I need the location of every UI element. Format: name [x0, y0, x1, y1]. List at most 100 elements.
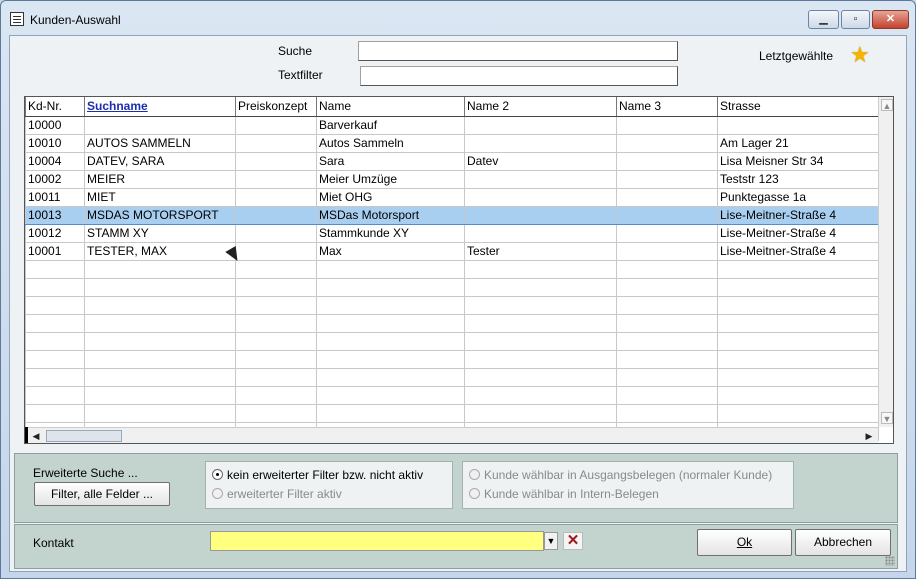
minimize-button[interactable]: ▁ — [808, 10, 839, 29]
empty-table-cell — [84, 259, 236, 279]
empty-table-cell — [717, 295, 879, 315]
erweiterte-suche-label: Erweiterte Suche ... — [33, 466, 138, 480]
horizontal-scrollbar[interactable]: ◀ ▶ — [25, 427, 878, 443]
table-cell — [616, 187, 718, 207]
close-button[interactable]: ✕ — [872, 10, 909, 29]
kontakt-combobox[interactable] — [210, 531, 544, 551]
empty-table-cell — [235, 313, 317, 333]
horizontal-scroll-thumb[interactable] — [46, 430, 122, 442]
scroll-up-arrow-icon[interactable]: ▲ — [881, 99, 893, 111]
table-row[interactable]: 10010 AUTOS SAMMELN Autos Sammeln Am Lager … — [25, 133, 879, 153]
table-row[interactable]: 10011 MIET Miet OHG Punktegasse 1a — [25, 187, 879, 207]
table-cell: 10013 — [25, 205, 85, 225]
textfilter-input[interactable] — [360, 66, 678, 86]
title-bar[interactable]: Kunden-Auswahl ▁ ▫ ✕ — [1, 1, 915, 35]
radio-filter-off[interactable]: kein erweiterter Filter bzw. nicht aktiv — [212, 468, 423, 482]
empty-table-row — [25, 367, 879, 387]
table-row[interactable]: 10012 STAMM XY Stammkunde XY Lise-Meitner-S… — [25, 223, 879, 243]
table-row[interactable]: 10004 DATEV, SARA Sara Datev Lisa Meisner St… — [25, 151, 879, 171]
scroll-down-arrow-icon[interactable]: ▼ — [881, 412, 893, 424]
table-cell: 10012 — [25, 223, 85, 243]
column-header[interactable]: Suchname — [84, 97, 236, 117]
empty-table-cell — [235, 385, 317, 405]
filter-alle-felder-button[interactable]: Filter, alle Felder ... — [34, 482, 170, 506]
radio-kunde-intern[interactable]: Kunde wählbar in Intern-Belegen — [469, 487, 659, 501]
empty-table-cell — [464, 259, 617, 279]
table-cell: MSDAS MOTORSPORT — [84, 205, 236, 225]
radio-on-icon[interactable] — [212, 469, 223, 480]
clear-x-icon[interactable]: ✕ — [563, 532, 583, 550]
empty-table-cell — [717, 349, 879, 369]
table-cell — [464, 205, 617, 225]
scroll-left-arrow-icon[interactable]: ◀ — [30, 430, 42, 442]
suche-input[interactable] — [358, 41, 678, 61]
empty-table-cell — [464, 331, 617, 351]
scroll-right-arrow-icon[interactable]: ▶ — [863, 430, 875, 442]
table-cell — [616, 223, 718, 243]
empty-table-cell — [25, 367, 85, 387]
ok-button[interactable]: Ok — [697, 529, 792, 556]
table-cell — [616, 205, 718, 225]
empty-table-cell — [316, 277, 465, 297]
empty-table-cell — [316, 367, 465, 387]
table-cell: 10011 — [25, 187, 85, 207]
empty-table-cell — [25, 403, 85, 423]
empty-table-cell — [464, 403, 617, 423]
table-cell: DATEV, SARA — [84, 151, 236, 171]
table-cell: STAMM XY — [84, 223, 236, 243]
empty-table-cell — [717, 331, 879, 351]
table-row[interactable]: 10000 Barverkauf — [25, 115, 879, 135]
radio-disabled-icon[interactable] — [469, 469, 480, 480]
empty-table-cell — [616, 295, 718, 315]
empty-table-cell — [616, 349, 718, 369]
empty-table-cell — [616, 367, 718, 387]
radio-kunde-ausgang[interactable]: Kunde wählbar in Ausgangsbelegen (normal… — [469, 468, 772, 482]
radio-kunde-ausgang-label: Kunde wählbar in Ausgangsbelegen (normal… — [484, 468, 773, 482]
empty-table-row — [25, 331, 879, 351]
radio-filter-on[interactable]: erweiterter Filter aktiv — [212, 487, 342, 501]
column-header[interactable]: Kd-Nr. — [25, 97, 85, 117]
chevron-down-icon[interactable]: ▼ — [544, 532, 558, 550]
column-header[interactable]: Name 2 — [464, 97, 617, 117]
empty-table-cell — [616, 277, 718, 297]
table-cell — [235, 115, 317, 135]
table-row[interactable]: 10001 TESTER, MAX Max Tester Lise-Meitner-St… — [25, 241, 879, 261]
empty-table-cell — [464, 349, 617, 369]
table-cell — [235, 241, 317, 261]
abbrechen-button[interactable]: Abbrechen — [795, 529, 891, 556]
empty-table-cell — [25, 349, 85, 369]
table-cell: 10010 — [25, 133, 85, 153]
empty-table-cell — [717, 367, 879, 387]
column-header[interactable]: Name — [316, 97, 465, 117]
star-icon[interactable]: ★ — [850, 44, 870, 66]
customer-grid: Kd-Nr. Suchname Preiskonzept Name Name 2 Name… — [24, 96, 894, 444]
radio-disabled-icon[interactable] — [469, 488, 480, 499]
empty-table-cell — [464, 295, 617, 315]
radio-off-icon[interactable] — [212, 488, 223, 499]
column-header[interactable]: Strasse — [717, 97, 879, 117]
table-cell: Lise-Meitner-Straße 4 — [717, 223, 879, 243]
table-cell: MEIER — [84, 169, 236, 189]
empty-table-cell — [25, 313, 85, 333]
resize-grip-icon[interactable] — [885, 556, 895, 566]
empty-table-cell — [464, 313, 617, 333]
table-cell: Punktegasse 1a — [717, 187, 879, 207]
empty-table-row — [25, 313, 879, 333]
column-header[interactable]: Name 3 — [616, 97, 718, 117]
empty-table-cell — [235, 367, 317, 387]
suche-label: Suche — [278, 44, 313, 58]
column-header[interactable]: Preiskonzept — [235, 97, 317, 117]
table-cell: AUTOS SAMMELN — [84, 133, 236, 153]
table-row[interactable]: 10002 MEIER Meier Umzüge Teststr 123 — [25, 169, 879, 189]
empty-table-cell — [25, 277, 85, 297]
table-cell — [235, 151, 317, 171]
table-cell — [616, 151, 718, 171]
table-cell: 10002 — [25, 169, 85, 189]
table-cell — [616, 133, 718, 153]
table-row[interactable]: 10013 MSDAS MOTORSPORT MSDas Motorsport Lis… — [25, 205, 879, 225]
table-cell — [464, 169, 617, 189]
empty-table-cell — [616, 403, 718, 423]
maximize-button[interactable]: ▫ — [841, 10, 870, 29]
vertical-scrollbar[interactable]: ▲ ▼ — [878, 97, 893, 427]
empty-table-row — [25, 403, 879, 423]
